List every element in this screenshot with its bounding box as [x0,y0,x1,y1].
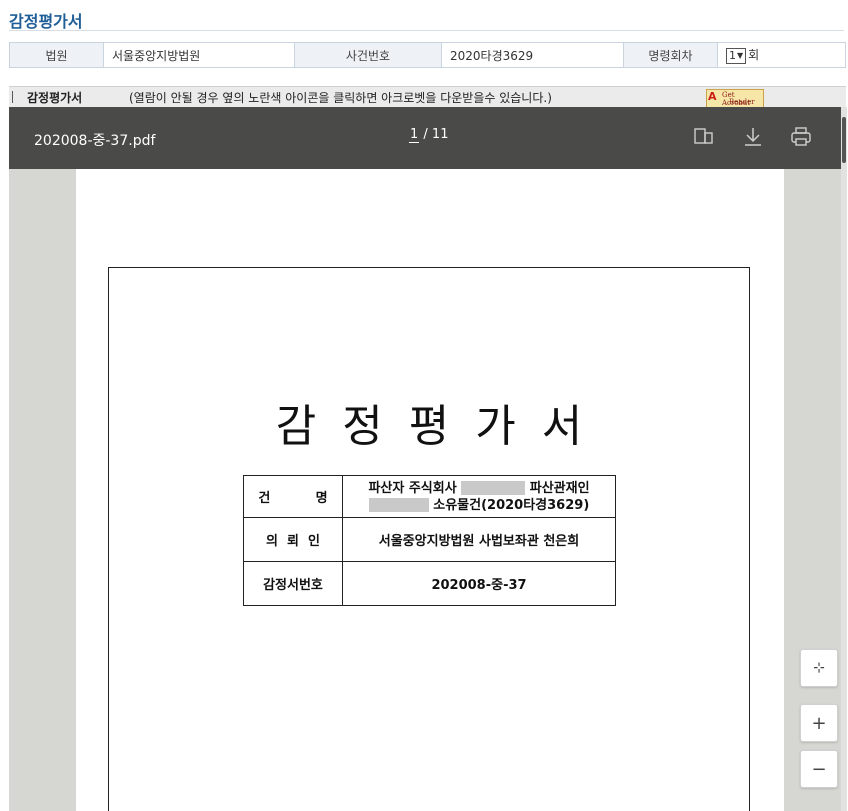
redacted-block [398,498,429,512]
case-info-table: 법원 서울중앙지방법원 사건번호 2020타경3629 명령회차 1 ▼ 회 [9,42,846,68]
viewer-scrollbar-track[interactable] [841,107,847,811]
case-number-value: 2020타경3629 [441,42,624,68]
court-value: 서울중앙지방법원 [103,42,295,68]
redacted-block [368,498,399,512]
table-row: 감정서번호 202008-중-37 [243,561,616,606]
appraisal-header-bar: 감정평가서 (열람이 안될 경우 옆의 노란색 아이콘을 클릭하면 아크로벳을 … [9,86,846,108]
row-key: 의 뢰 인 [243,517,343,562]
document-title: 감정평가서 [275,401,609,452]
minus-icon: − [811,758,827,780]
page-number-input[interactable]: 1 [409,127,420,143]
fit-page-button[interactable]: ⊹ [800,649,838,687]
case-number-label: 사건번호 [294,42,442,68]
title-divider [9,30,844,31]
pdf-viewer: 202008-중-37.pdf 1 / 11 감정평가서 건 명 파산자 주식회… [9,107,847,811]
redacted-block [495,481,526,495]
order-suffix: 회 [748,48,760,63]
get-acrobat-reader-button[interactable]: A Get Acrobat Reader [706,89,764,108]
order-select-value: 1 [729,49,736,63]
adobe-logo-icon: A [708,90,717,103]
bar-label: 감정평가서 [27,91,83,105]
order-select[interactable]: 1 ▼ [726,47,747,64]
row-value: 서울중앙지방법원 사법보좌관 천은희 [342,517,616,562]
case-text-a: 파산자 주식회사 [368,480,457,496]
download-icon[interactable] [742,126,764,148]
acrobat-line2: Reader [729,98,755,106]
viewer-scrollbar-thumb[interactable] [842,117,846,163]
court-label: 법원 [9,42,104,68]
document-summary-table: 건 명 파산자 주식회사 파산관재인 소유물건(2020타경3629) 의 뢰 … [243,475,616,606]
document-frame: 감정평가서 건 명 파산자 주식회사 파산관재인 소유물건(2020타경3629… [108,267,750,811]
pdf-page: 감정평가서 건 명 파산자 주식회사 파산관재인 소유물건(2020타경3629… [76,169,784,811]
order-cell: 1 ▼ 회 [717,42,846,68]
row-value: 파산자 주식회사 파산관재인 소유물건(2020타경3629) [342,475,616,518]
row-value: 202008-중-37 [342,561,616,606]
table-row: 건 명 파산자 주식회사 파산관재인 소유물건(2020타경3629) [243,475,616,518]
pdf-toolbar: 202008-중-37.pdf 1 / 11 [9,107,841,169]
table-row: 의 뢰 인 서울중앙지방법원 사법보좌관 천은희 [243,517,616,562]
chevron-down-icon: ▼ [737,51,744,61]
row-key: 건 명 [243,475,343,518]
redacted-block [461,481,496,495]
page-indicator: 1 / 11 [409,127,448,143]
print-icon[interactable] [790,126,812,148]
case-text-c: 소유물건(2020타경3629) [433,497,590,513]
case-text-b: 파산관재인 [529,480,590,496]
order-label: 명령회차 [623,42,718,68]
plus-icon: + [811,712,827,734]
pdf-file-name: 202008-중-37.pdf [34,133,156,149]
two-page-view-icon[interactable] [693,126,715,146]
page-title: 감정평가서 [9,12,83,31]
bar-divider [12,91,13,103]
acrobat-notice: (열람이 안될 경우 옆의 노란색 아이콘을 클릭하면 아크로벳을 다운받을수 … [129,91,552,105]
zoom-in-button[interactable]: + [800,704,838,742]
zoom-out-button[interactable]: − [800,750,838,788]
page-total: / 11 [423,127,449,142]
row-key: 감정서번호 [243,561,343,606]
collapse-icon: ⊹ [813,660,825,676]
